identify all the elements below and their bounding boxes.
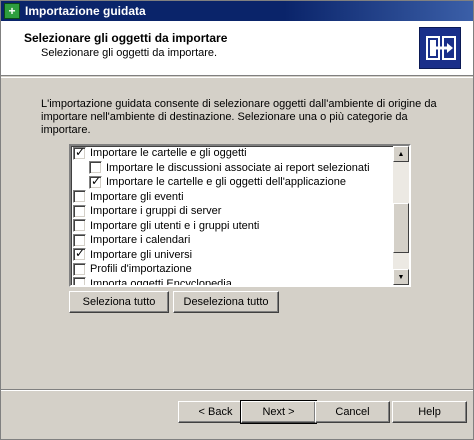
item-label: Importare le discussioni associate ai re…: [106, 161, 370, 174]
wizard-header: Selezionare gli oggetti da importare Sel…: [1, 21, 473, 76]
next-button[interactable]: Next >: [240, 400, 317, 424]
deselect-all-button[interactable]: Deseleziona tutto: [173, 291, 279, 313]
help-button[interactable]: Help: [392, 401, 467, 423]
app-icon: +: [4, 3, 20, 19]
list-item[interactable]: Profili d'importazione: [73, 262, 192, 276]
categories-listbox[interactable]: ✓ Importare le cartelle e gli oggetti Impo…: [69, 144, 411, 287]
item-checkbox[interactable]: [89, 161, 102, 174]
list-item[interactable]: ✓ Importare le cartelle e gli oggetti del…: [89, 173, 346, 189]
item-label: Importare i gruppi di server: [90, 205, 222, 217]
categories-list: ✓ Importare le cartelle e gli oggetti Impo…: [71, 146, 395, 285]
item-label: Importare gli eventi: [90, 190, 184, 203]
list-item[interactable]: ✓ Importare le cartelle e gli oggetti: [73, 146, 247, 160]
item-label: Importa oggetti Encyclopedia: [90, 277, 232, 286]
checkmark-icon: ✓: [75, 246, 86, 260]
page-subtitle: Selezionare gli oggetti da importare.: [41, 47, 218, 59]
item-checkbox[interactable]: [73, 233, 86, 247]
scroll-thumb[interactable]: [393, 203, 409, 253]
vertical-scrollbar[interactable]: ▲ ▼: [393, 146, 409, 285]
checkmark-icon: ✓: [91, 173, 102, 188]
item-checkbox[interactable]: ✓: [89, 173, 102, 189]
select-all-button[interactable]: Seleziona tutto: [69, 291, 169, 313]
scroll-up-button[interactable]: ▲: [393, 146, 409, 162]
item-label: Importare le cartelle e gli oggetti dell…: [106, 176, 346, 188]
item-checkbox[interactable]: ✓: [73, 146, 86, 160]
item-checkbox[interactable]: ✓: [73, 246, 86, 261]
footer-divider: [1, 389, 473, 391]
item-checkbox[interactable]: [73, 190, 86, 203]
checkmark-icon: ✓: [75, 146, 86, 159]
select-all-label: Seleziona tutto: [82, 296, 156, 308]
item-checkbox[interactable]: [73, 204, 86, 218]
item-label: Profili d'importazione: [90, 263, 192, 275]
deselect-all-label: Deseleziona tutto: [183, 296, 269, 308]
list-item[interactable]: Importare le discussioni associate ai re…: [89, 161, 370, 175]
list-item[interactable]: Importare i calendari: [73, 233, 190, 247]
list-item[interactable]: ✓ Importare gli universi: [73, 246, 193, 262]
page-title: Selezionare gli oggetti da importare: [24, 31, 228, 45]
item-checkbox[interactable]: [73, 262, 86, 276]
item-checkbox[interactable]: [73, 219, 86, 232]
item-label: Importare le cartelle e gli oggetti: [90, 147, 247, 159]
item-label: Importare gli universi: [90, 248, 193, 261]
import-objects-icon: [419, 27, 461, 69]
list-item[interactable]: Importare gli eventi: [73, 190, 184, 204]
window-title: Importazione guidata: [25, 4, 146, 18]
next-label: Next >: [262, 406, 295, 418]
scroll-down-button[interactable]: ▼: [393, 269, 409, 285]
title-bar[interactable]: + Importazione guidata: [1, 1, 473, 21]
import-wizard-window: + Importazione guidata Selezionare gli o…: [0, 0, 474, 440]
list-item[interactable]: Importare gli utenti e i gruppi utenti: [73, 219, 259, 233]
help-label: Help: [418, 406, 441, 418]
cancel-button[interactable]: Cancel: [315, 401, 390, 423]
item-checkbox[interactable]: [73, 277, 86, 285]
description-text: L'importazione guidata consente di selez…: [41, 98, 437, 136]
back-label: < Back: [198, 406, 233, 418]
item-label: Importare gli utenti e i gruppi utenti: [90, 219, 260, 232]
list-item[interactable]: Importare i gruppi di server: [73, 204, 221, 218]
list-item[interactable]: Importa oggetti Encyclopedia: [73, 277, 232, 286]
item-label: Importare i calendari: [90, 234, 191, 246]
cancel-label: Cancel: [335, 406, 370, 418]
